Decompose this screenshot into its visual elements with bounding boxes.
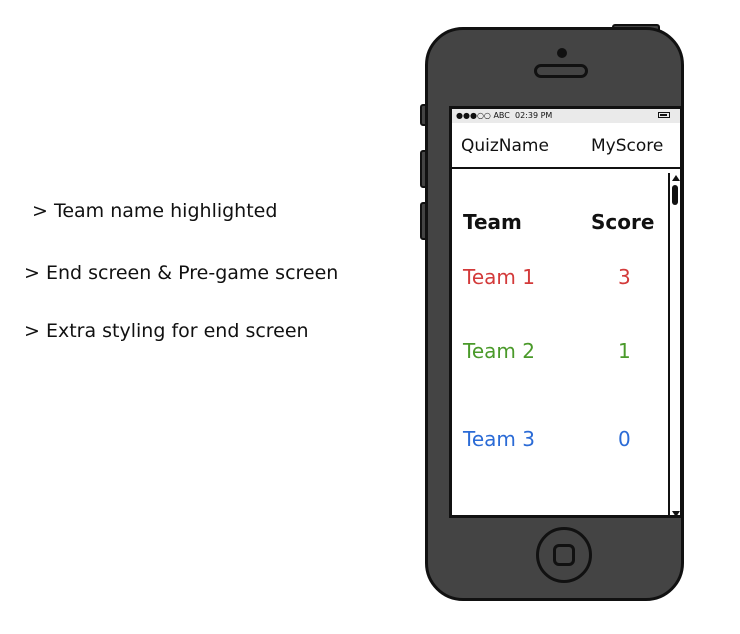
vertical-scrollbar[interactable]	[668, 173, 680, 515]
carrier-signal: ●●●○○ ABC	[456, 111, 510, 120]
my-score-title: MyScore	[591, 136, 664, 156]
team-score-1: 3	[618, 265, 631, 289]
home-square-icon	[553, 544, 575, 566]
quiz-name-title: QuizName	[461, 136, 549, 156]
phone-screen: ●●●○○ ABC 02:39 PM QuizName MyScore Team…	[449, 106, 683, 518]
team-score-2: 1	[618, 339, 631, 363]
team-name-3: Team 3	[463, 427, 535, 451]
team-column-header: Team	[463, 210, 522, 234]
annotation-note-2: > End screen & Pre-game screen	[24, 262, 339, 284]
team-name-2: Team 2	[463, 339, 535, 363]
scroll-down-arrow-icon[interactable]	[672, 511, 680, 515]
status-time: 02:39 PM	[515, 111, 553, 120]
score-column-header: Score	[591, 210, 655, 234]
battery-icon	[658, 112, 670, 118]
team-score-3: 0	[618, 427, 631, 451]
team-name-1: Team 1	[463, 265, 535, 289]
nav-divider	[452, 167, 680, 169]
speaker-grille	[534, 64, 588, 78]
scrollbar-thumb[interactable]	[672, 185, 678, 205]
annotation-note-1: > Team name highlighted	[32, 200, 278, 222]
home-button[interactable]	[536, 527, 592, 583]
scroll-up-arrow-icon[interactable]	[672, 175, 680, 181]
camera-icon	[557, 48, 567, 58]
status-bar: ●●●○○ ABC 02:39 PM	[452, 109, 680, 123]
annotation-note-3: > Extra styling for end screen	[24, 320, 309, 342]
